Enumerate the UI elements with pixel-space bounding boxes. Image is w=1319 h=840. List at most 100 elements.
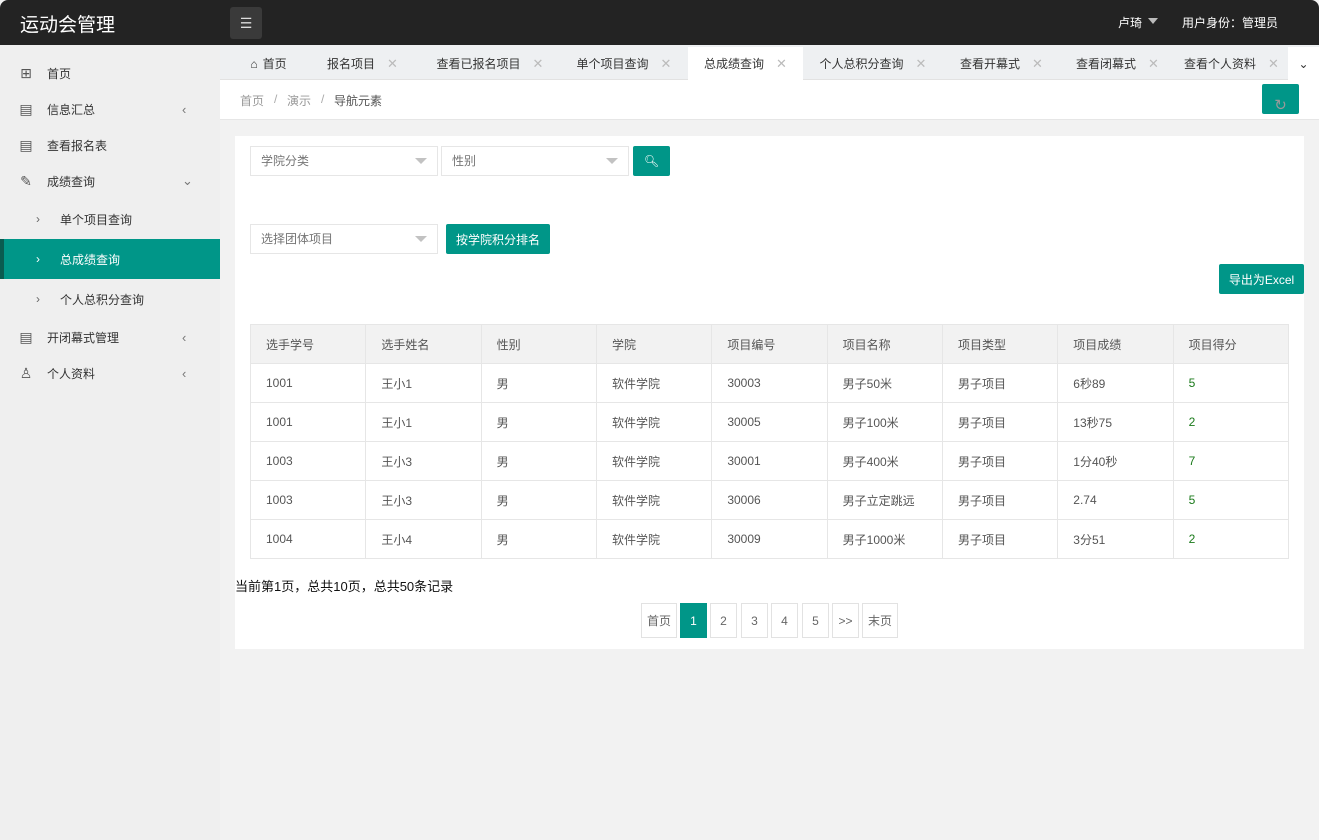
- caret-down-icon: [606, 158, 618, 170]
- tab-registered-items[interactable]: 查看已报名项目 ✕: [420, 47, 560, 80]
- user-name: 卢琦: [1118, 16, 1143, 30]
- search-icon: 🔍︎: [643, 154, 660, 168]
- form-icon: ▤: [19, 137, 33, 153]
- close-icon[interactable]: ✕: [916, 56, 927, 72]
- column-header: 学院: [595, 324, 713, 364]
- table-cell: 软件学院: [595, 363, 713, 403]
- table-cell: 1001: [249, 402, 367, 442]
- sidebar-item-score-query[interactable]: ✎ 成绩查询 ⌄: [0, 163, 220, 199]
- gender-select[interactable]: 性别: [441, 146, 629, 176]
- caret-down-icon: [1148, 18, 1159, 29]
- table-cell: 6秒89: [1057, 363, 1174, 403]
- close-icon[interactable]: ✕: [1032, 56, 1043, 72]
- table-row: 1003 王小3 男软件学院 30006 男子立定跳远 男子项目 2.74 5: [249, 480, 1290, 520]
- close-icon[interactable]: ✕: [776, 56, 787, 72]
- table-cell: 30001: [711, 441, 828, 481]
- breadcrumb-item: 导航元素: [334, 94, 383, 108]
- caret-down-icon: [415, 236, 427, 248]
- page-5[interactable]: 5: [802, 603, 829, 638]
- tab-registration[interactable]: 报名项目 ✕: [305, 47, 420, 80]
- page-1[interactable]: 1: [680, 603, 707, 638]
- table-row: 1001 王小1 男软件学院 30003 男子50米 男子项目 6秒89 5: [249, 363, 1290, 403]
- table-cell: 3分51: [1057, 519, 1174, 559]
- sidebar-item-registration-form[interactable]: ▤ 查看报名表: [0, 127, 220, 163]
- breadcrumb-separator: /: [274, 92, 278, 106]
- chevron-right-icon: ›: [36, 292, 40, 306]
- table-cell: 男子50米: [826, 363, 943, 403]
- table-cell: 男子项目: [941, 441, 1059, 481]
- table-cell: 30005: [711, 402, 828, 442]
- team-item-select[interactable]: 选择团体项目: [250, 224, 438, 254]
- table-cell: 1003: [249, 441, 367, 481]
- column-header: 项目名称: [826, 324, 943, 364]
- column-header: 项目类型: [941, 324, 1059, 364]
- chevron-right-icon: ›: [36, 252, 40, 266]
- table-cell: 软件学院: [595, 519, 713, 559]
- sidebar-item-ceremony[interactable]: ▤ 开闭幕式管理 ‹: [0, 319, 220, 355]
- tab-home[interactable]: ⌂ 首页: [232, 47, 305, 80]
- search-button[interactable]: 🔍︎: [633, 146, 670, 176]
- table-cell: 软件学院: [595, 441, 713, 481]
- close-icon[interactable]: ✕: [1268, 56, 1279, 72]
- page-next[interactable]: >>: [832, 603, 859, 638]
- export-excel-button[interactable]: 导出为Excel: [1219, 264, 1304, 294]
- tab-dropdown-button[interactable]: ⌄: [1288, 47, 1319, 80]
- column-header: 项目编号: [711, 324, 828, 364]
- table-cell: 1分40秒: [1057, 441, 1174, 481]
- sidebar-item-profile[interactable]: ♙ 个人资料 ‹: [0, 355, 220, 391]
- grid-icon: ⊞: [20, 65, 32, 81]
- close-icon[interactable]: ✕: [533, 56, 544, 72]
- ceremony-icon: ▤: [19, 329, 33, 345]
- tab-total-score[interactable]: 总成绩查询 ✕: [688, 47, 803, 80]
- breadcrumb-item[interactable]: 首页: [240, 92, 264, 109]
- user-role: 用户身份：管理员: [1182, 16, 1279, 30]
- summary-icon: ▤: [19, 101, 33, 117]
- close-icon[interactable]: ✕: [1148, 56, 1159, 72]
- hamburger-icon: ☰: [239, 14, 253, 31]
- college-select-value: 学院分类: [261, 154, 310, 168]
- sidebar-item-personal-points[interactable]: › 个人总积分查询: [0, 281, 220, 317]
- table-cell: 男: [480, 363, 597, 403]
- tab-opening[interactable]: 查看开幕式 ✕: [943, 47, 1060, 80]
- tab-single-query[interactable]: 单个项目查询 ✕: [560, 47, 688, 80]
- sidebar-item-single-query[interactable]: › 单个项目查询: [0, 201, 220, 237]
- close-icon[interactable]: ✕: [661, 56, 672, 72]
- page-first[interactable]: 首页: [641, 603, 677, 638]
- chevron-down-icon: ⌄: [1298, 56, 1309, 71]
- table-cell: 2.74: [1057, 480, 1174, 520]
- table-row: 1001 王小1 男软件学院 30005 男子100米 男子项目 13秒75 2: [249, 402, 1290, 442]
- table-cell: 30006: [711, 480, 828, 520]
- table-cell: 男子400米: [826, 441, 943, 481]
- home-icon: ⌂: [250, 56, 258, 71]
- page-2[interactable]: 2: [710, 603, 737, 638]
- refresh-button[interactable]: ↻: [1262, 84, 1299, 114]
- edit-icon: ✎: [20, 173, 32, 189]
- caret-down-icon: [415, 158, 427, 170]
- breadcrumb-item[interactable]: 演示: [287, 92, 311, 109]
- table-cell: 王小3: [365, 480, 482, 520]
- rank-by-college-button[interactable]: 按学院积分排名: [446, 224, 550, 254]
- page-3[interactable]: 3: [741, 603, 768, 638]
- college-select[interactable]: 学院分类: [250, 146, 438, 176]
- chevron-left-icon: ‹: [182, 365, 187, 381]
- tab-personal-points[interactable]: 个人总积分查询 ✕: [803, 47, 943, 80]
- user-menu[interactable]: 卢琦: [1118, 14, 1159, 31]
- page-last[interactable]: 末页: [862, 603, 898, 638]
- column-header: 项目得分: [1172, 324, 1290, 364]
- tab-closing[interactable]: 查看闭幕式 ✕: [1060, 47, 1175, 80]
- sidebar-item-summary[interactable]: ▤ 信息汇总 ‹: [0, 91, 220, 127]
- chevron-down-icon: ⌄: [182, 173, 193, 188]
- table-cell: 2: [1172, 402, 1290, 442]
- sidebar-item-total-score[interactable]: › 总成绩查询: [0, 239, 220, 279]
- column-header: 项目成绩: [1057, 324, 1174, 364]
- sidebar-item-home[interactable]: ⊞ 首页: [0, 55, 220, 91]
- table-cell: 5: [1172, 480, 1290, 520]
- table-row: 1003 王小3 男软件学院 30001 男子400米 男子项目 1分40秒 7: [249, 441, 1290, 481]
- team-select-value: 选择团体项目: [261, 232, 334, 246]
- user-icon: ♙: [19, 365, 33, 381]
- table-cell: 2: [1172, 519, 1290, 559]
- page-4[interactable]: 4: [771, 603, 798, 638]
- menu-toggle-button[interactable]: ☰: [230, 7, 262, 39]
- tab-profile[interactable]: 查看个人资料 ✕: [1175, 47, 1288, 80]
- close-icon[interactable]: ✕: [387, 56, 398, 72]
